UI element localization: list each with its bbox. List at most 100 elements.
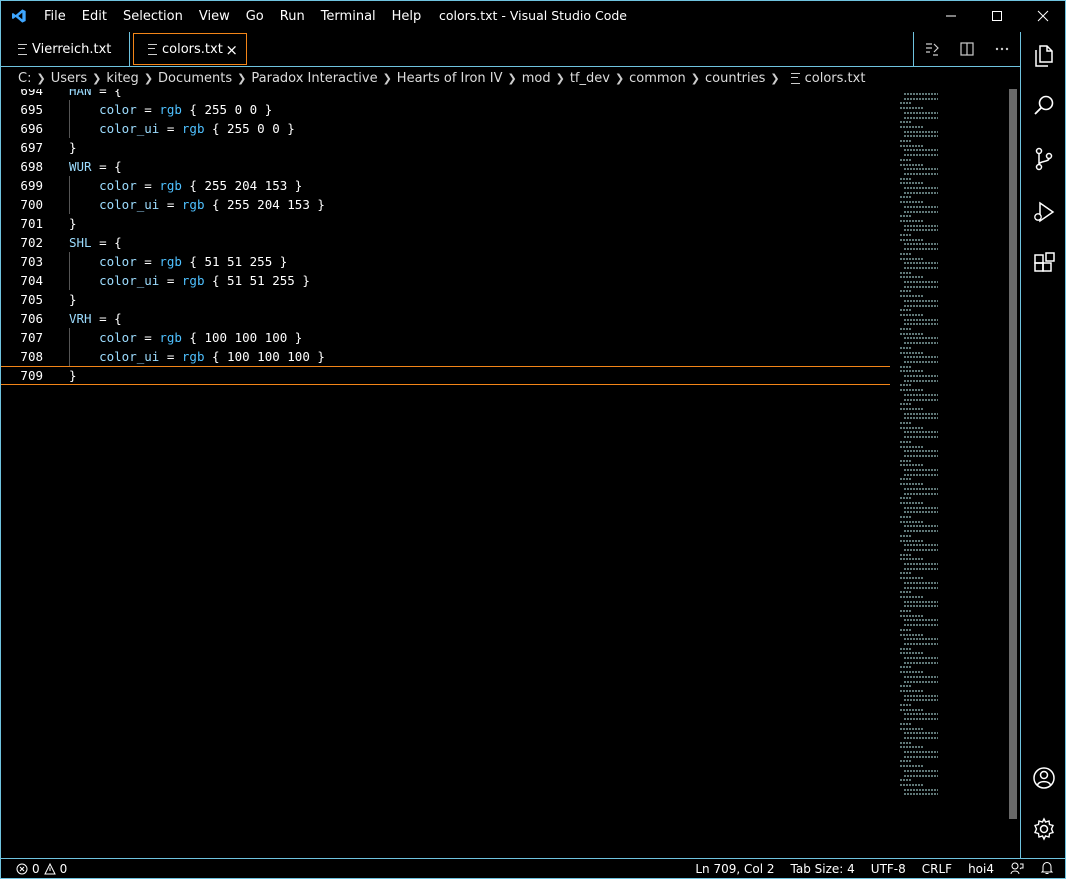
line-number: 704 [20, 273, 43, 288]
explorer-button[interactable] [1021, 32, 1066, 80]
code-line[interactable]: 706 VRH = { [0, 309, 900, 328]
code-line[interactable]: 707 color = rgb { 100 100 100 } [0, 328, 900, 347]
error-icon [16, 863, 28, 875]
breadcrumb-item[interactable]: Paradox Interactive [251, 71, 377, 86]
minimap-line [904, 111, 938, 114]
minimap-line [900, 140, 912, 142]
search-button[interactable] [1021, 82, 1066, 130]
line-ending[interactable]: CRLF [922, 862, 952, 876]
minimap-line [904, 318, 938, 321]
minimap-line [904, 567, 938, 570]
encoding[interactable]: UTF-8 [871, 862, 906, 876]
tab-size[interactable]: Tab Size: 4 [791, 862, 855, 876]
code-line[interactable]: 701} [0, 214, 900, 233]
minimap-line [900, 595, 924, 598]
minimap-line [904, 375, 938, 377]
breadcrumb-item[interactable]: C: [18, 71, 31, 86]
accounts-button[interactable] [1021, 754, 1066, 802]
search-icon [1034, 95, 1054, 115]
code-line[interactable]: 703 color = rgb { 51 51 255 } [0, 252, 900, 271]
minimap-line [904, 548, 938, 551]
minimap-line [900, 144, 924, 147]
close-window-button[interactable] [1020, 0, 1066, 32]
tab-vierreich[interactable]: Vierreich.txt [0, 32, 130, 66]
minimap-line [900, 422, 912, 424]
breadcrumb-item[interactable]: Users [51, 71, 87, 86]
code-editor[interactable]: 694 HAN = {695 color = rgb { 255 0 0 } 696… [0, 89, 1020, 858]
code-line[interactable]: 705} [0, 290, 900, 309]
minimap-line [904, 116, 938, 119]
code-line[interactable]: 696 color_ui = rgb { 255 0 0 } [0, 119, 900, 138]
code-line[interactable]: 704 color_ui = rgb { 51 51 255 } [0, 271, 900, 290]
minimap-line [900, 741, 912, 744]
breadcrumb-item[interactable]: tf_dev [570, 71, 610, 86]
line-text: color = rgb { 51 51 255 } [99, 254, 288, 269]
menu-help[interactable]: Help [384, 9, 430, 24]
language-mode[interactable]: hoi4 [968, 862, 994, 876]
source-control-button[interactable] [1021, 135, 1066, 183]
breadcrumb-item[interactable]: common [629, 71, 686, 86]
line-number: 700 [20, 197, 43, 212]
breadcrumb-item[interactable]: mod [522, 71, 551, 86]
minimap[interactable] [898, 89, 1006, 799]
breadcrumb-item[interactable]: countries [705, 71, 765, 86]
minimap-line [904, 412, 938, 415]
minimap-line [900, 234, 912, 236]
minimap-line [900, 685, 912, 688]
line-number: 698 [20, 159, 43, 174]
extensions-button[interactable] [1021, 240, 1066, 288]
line-number: 708 [20, 349, 43, 364]
minimap-line [900, 534, 912, 537]
code-line[interactable]: 708 color_ui = rgb { 100 100 100 } [0, 347, 900, 366]
minimap-line [900, 553, 912, 556]
menu-edit[interactable]: Edit [74, 9, 115, 24]
maximize-button[interactable] [974, 0, 1020, 32]
minimap-line [900, 309, 912, 312]
split-editor-icon[interactable] [959, 41, 975, 57]
cursor-position[interactable]: Ln 709, Col 2 [695, 862, 774, 876]
minimap-line [904, 525, 938, 528]
minimap-line [904, 619, 938, 622]
code-line[interactable]: 709} [0, 366, 890, 385]
code-line[interactable]: 698 WUR = { [0, 157, 900, 176]
close-icon [1037, 10, 1049, 22]
minimap-line [900, 295, 924, 298]
code-line[interactable]: 695 color = rgb { 255 0 0 } [0, 100, 900, 119]
menu-terminal[interactable]: Terminal [313, 9, 384, 24]
menu-view[interactable]: View [191, 9, 238, 24]
minimap-line [904, 398, 938, 401]
vscode-logo-icon[interactable] [10, 8, 28, 24]
menu-file[interactable]: File [36, 9, 74, 24]
minimap-line [900, 727, 924, 730]
minimap-line [904, 732, 938, 735]
menu-run[interactable]: Run [272, 9, 313, 24]
tab-colors[interactable]: colors.txt × [133, 33, 247, 65]
feedback-button[interactable] [1010, 861, 1024, 878]
minimize-button[interactable] [928, 0, 974, 32]
code-line[interactable]: 699 color = rgb { 255 204 153 } [0, 176, 900, 195]
breadcrumb-item[interactable]: kiteg [106, 71, 139, 86]
code-line[interactable]: 697} [0, 138, 900, 157]
menu-go[interactable]: Go [238, 9, 272, 24]
manage-button[interactable] [1021, 805, 1066, 853]
run-debug-button[interactable] [1021, 188, 1066, 236]
minimap-line [900, 158, 912, 161]
notifications-button[interactable] [1040, 861, 1054, 878]
minimap-line [904, 487, 938, 490]
problems-indicator[interactable]: 0 0 [16, 859, 67, 879]
line-text: VRH = { [69, 311, 122, 326]
open-changes-icon[interactable] [924, 41, 940, 57]
more-actions-icon[interactable] [994, 41, 1010, 57]
breadcrumb-item[interactable]: colors.txt [805, 71, 866, 86]
breadcrumb-item[interactable]: Hearts of Iron IV [397, 71, 503, 86]
minimap-line [904, 736, 938, 739]
breadcrumb-item[interactable]: Documents [158, 71, 232, 86]
code-line[interactable]: 694 HAN = { [0, 89, 900, 100]
minimap-line [904, 97, 938, 100]
vertical-scrollbar[interactable] [1009, 89, 1017, 819]
tab-close-icon[interactable]: × [225, 41, 238, 59]
menu-selection[interactable]: Selection [115, 9, 191, 24]
minimap-line [900, 276, 924, 279]
code-line[interactable]: 702 SHL = { [0, 233, 900, 252]
code-line[interactable]: 700 color_ui = rgb { 255 204 153 } [0, 195, 900, 214]
